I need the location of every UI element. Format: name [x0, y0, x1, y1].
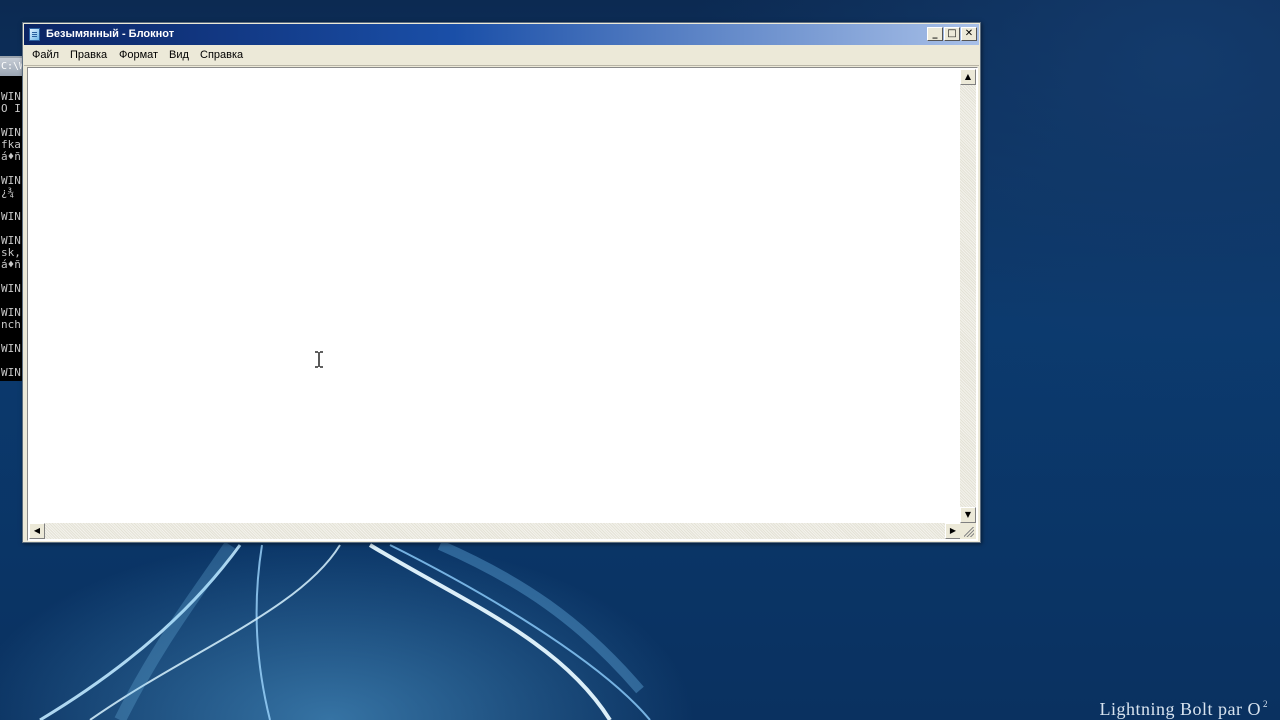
console-line: nch	[1, 318, 21, 331]
scroll-down-button[interactable]: ▼	[960, 507, 976, 523]
wallpaper-watermark: Lightning Bolt par O2	[1100, 699, 1269, 720]
maximize-button[interactable]: □	[944, 27, 960, 41]
console-window[interactable]: C:\W WIN O I WIN fka á♦ñ WIN ¿¾ WIN WIN …	[0, 56, 24, 381]
text-cursor-icon	[315, 351, 323, 368]
console-line: WIN	[1, 342, 21, 355]
console-line: WIN	[1, 282, 21, 295]
horizontal-scrollbar[interactable]: ◀ ▶	[29, 523, 961, 539]
console-line: á♦ñ	[1, 150, 21, 163]
editor-frame: ▲ ▼ ◀ ▶	[27, 67, 978, 541]
menu-view[interactable]: Вид	[166, 45, 192, 65]
watermark-text: Lightning Bolt par O	[1099, 699, 1261, 719]
vertical-scrollbar[interactable]: ▲ ▼	[960, 69, 976, 523]
console-line: WIN	[1, 210, 21, 223]
console-title: C:\W	[0, 58, 23, 76]
text-editor[interactable]	[29, 69, 961, 523]
scroll-right-button[interactable]: ▶	[945, 523, 961, 539]
notepad-window[interactable]: Безымянный - Блокнот _ □ ✕ Файл Правка Ф…	[22, 22, 981, 543]
title-bar[interactable]: Безымянный - Блокнот _ □ ✕	[24, 24, 979, 45]
menu-file[interactable]: Файл	[29, 45, 62, 65]
close-button[interactable]: ✕	[961, 27, 977, 41]
menu-format[interactable]: Формат	[116, 45, 161, 65]
minimize-button[interactable]: _	[927, 27, 943, 41]
resize-grip[interactable]	[960, 523, 976, 539]
console-line: ¿¾	[1, 186, 15, 199]
watermark-superscript: 2	[1263, 699, 1268, 709]
notepad-icon[interactable]	[29, 28, 40, 41]
window-title: Безымянный - Блокнот	[46, 28, 175, 40]
menu-bar: Файл Правка Формат Вид Справка	[24, 45, 979, 66]
console-line: á♦ñ	[1, 258, 21, 271]
console-line: WIN	[1, 366, 21, 379]
scroll-left-button[interactable]: ◀	[29, 523, 45, 539]
console-line: O I	[1, 102, 21, 115]
scroll-up-button[interactable]: ▲	[960, 69, 976, 85]
menu-edit[interactable]: Правка	[67, 45, 110, 65]
menu-help[interactable]: Справка	[197, 45, 246, 65]
